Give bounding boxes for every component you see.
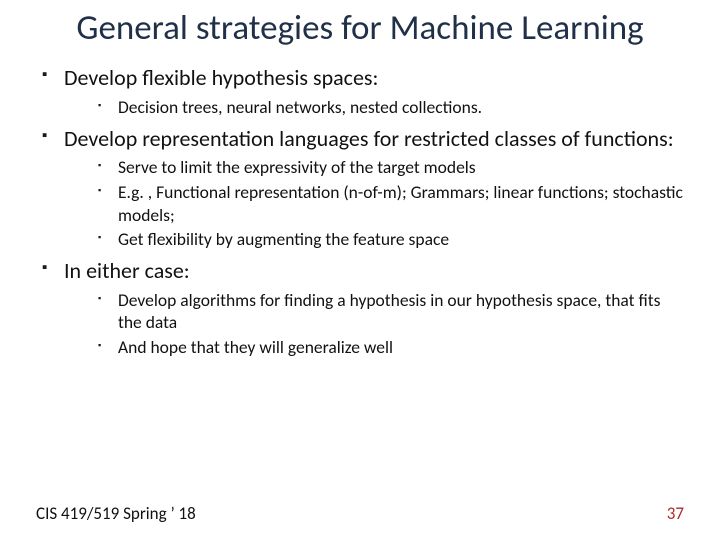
- sub-list-item: And hope that they will generalize well: [98, 336, 684, 359]
- sub-bullet-text: And hope that they will generalize well: [118, 336, 393, 358]
- sub-list-item: E.g. , Functional representation (n-of-m…: [98, 181, 684, 227]
- list-item: Develop representation languages for res…: [36, 125, 684, 252]
- sub-list-item: Get flexibility by augmenting the featur…: [98, 228, 684, 251]
- bullet-text: Develop flexible hypothesis spaces:: [64, 64, 378, 91]
- sub-list-item: Decision trees, neural networks, nested …: [98, 96, 684, 119]
- sub-bullet-text: Decision trees, neural networks, nested …: [118, 96, 482, 118]
- slide: General strategies for Machine Learning …: [0, 0, 720, 540]
- sub-bullet-text: Serve to limit the expressivity of the t…: [118, 156, 476, 178]
- sub-bullet-text: E.g. , Functional representation (n-of-m…: [118, 181, 683, 226]
- sub-list-item: Develop algorithms for finding a hypothe…: [98, 289, 684, 335]
- sub-list-item: Serve to limit the expressivity of the t…: [98, 156, 684, 179]
- slide-title: General strategies for Machine Learning: [60, 8, 660, 48]
- page-number: 37: [667, 503, 684, 524]
- sub-list: Decision trees, neural networks, nested …: [64, 96, 684, 119]
- sub-bullet-text: Develop algorithms for finding a hypothe…: [118, 289, 660, 334]
- sub-bullet-text: Get flexibility by augmenting the featur…: [118, 228, 449, 250]
- bullet-text: In either case:: [64, 257, 190, 284]
- sub-list: Serve to limit the expressivity of the t…: [64, 156, 684, 251]
- sub-list: Develop algorithms for finding a hypothe…: [64, 289, 684, 359]
- list-item: Develop flexible hypothesis spaces: Deci…: [36, 64, 684, 118]
- footer: CIS 419/519 Spring ’ 18 37: [36, 503, 684, 524]
- bullet-text: Develop representation languages for res…: [64, 125, 674, 152]
- bullet-list: Develop flexible hypothesis spaces: Deci…: [36, 64, 684, 359]
- footer-left: CIS 419/519 Spring ’ 18: [36, 503, 196, 524]
- list-item: In either case: Develop algorithms for f…: [36, 257, 684, 359]
